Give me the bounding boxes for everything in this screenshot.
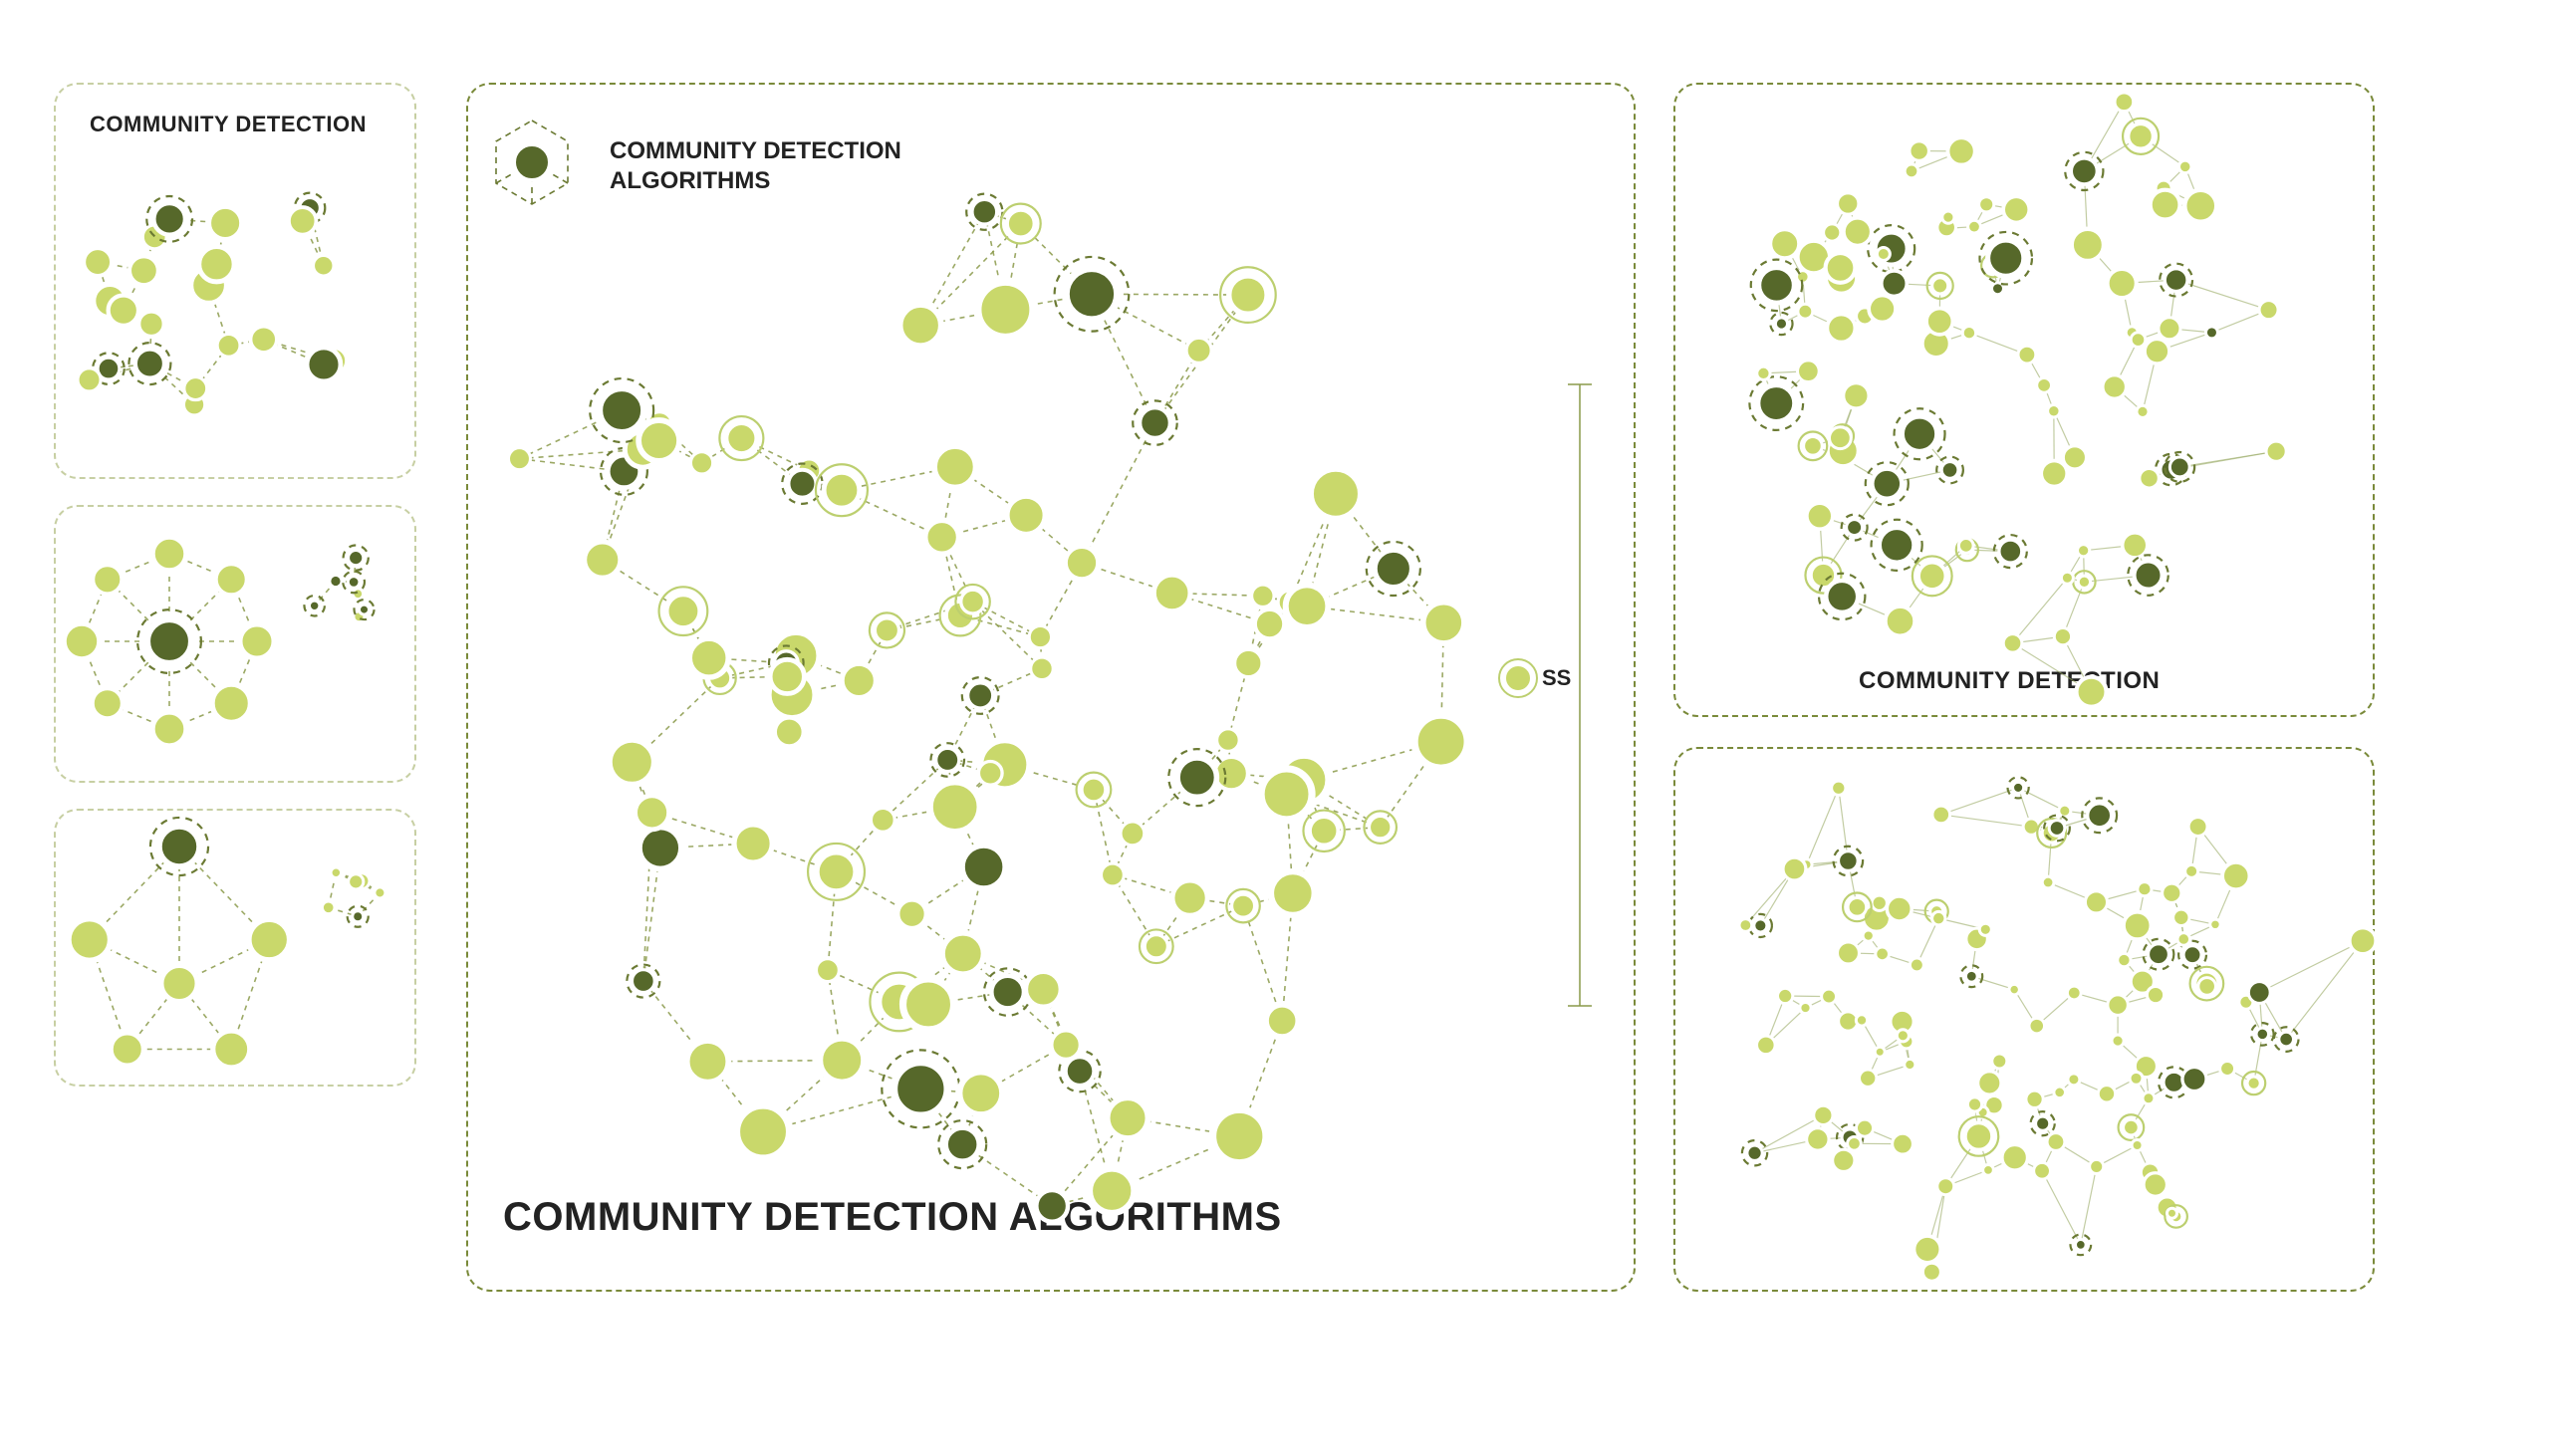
network	[1749, 93, 2286, 707]
diagram-stage: COMMUNITY DETECTION COMMUNITY DETECTION …	[0, 0, 2550, 1456]
network	[69, 818, 290, 1068]
network	[1739, 777, 2376, 1281]
network-svg	[0, 0, 2550, 1456]
network	[64, 537, 274, 745]
network	[304, 546, 374, 622]
network	[78, 193, 347, 415]
network	[322, 867, 385, 927]
network	[508, 194, 1467, 1222]
